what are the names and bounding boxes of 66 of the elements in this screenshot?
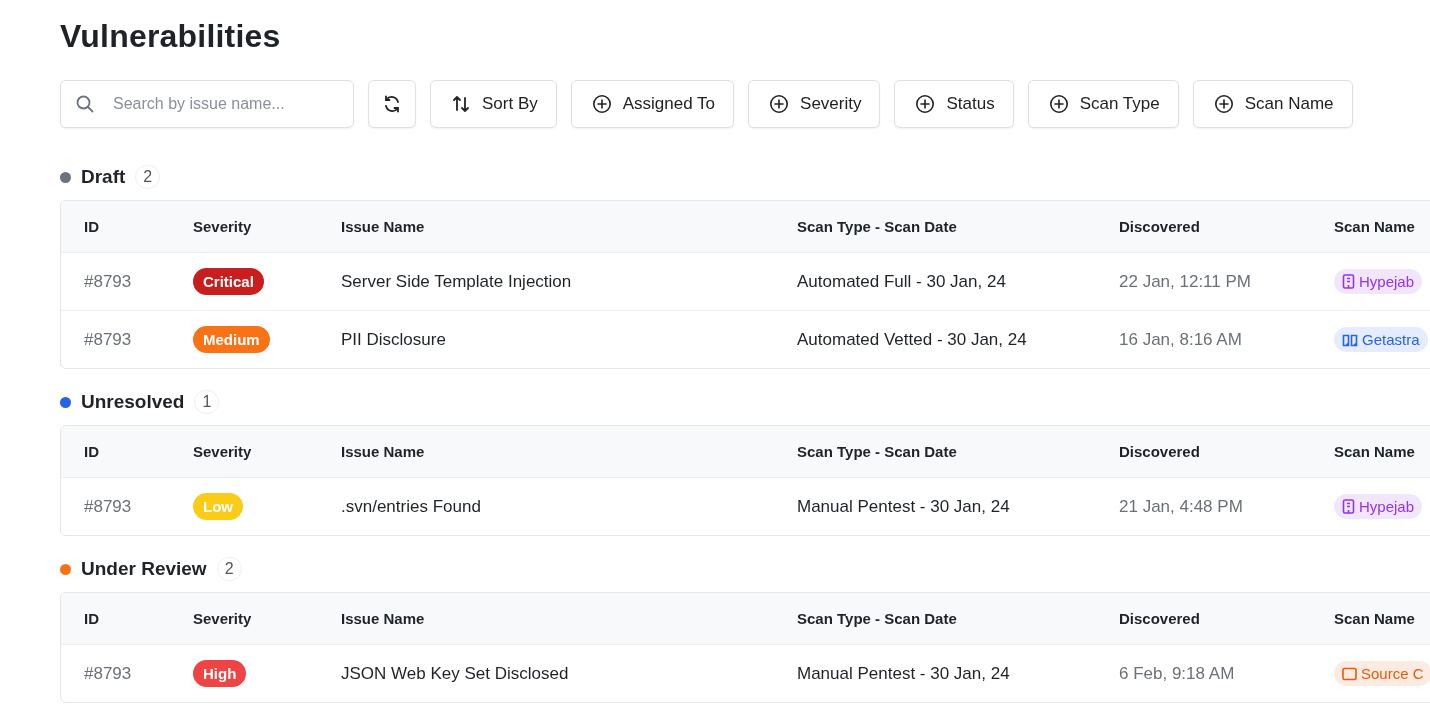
building-icon — [1342, 499, 1355, 514]
plus-circle-icon — [915, 94, 936, 114]
book-icon — [1342, 332, 1358, 347]
filter-button[interactable]: Status — [894, 80, 1014, 128]
group-title: Draft — [81, 166, 126, 188]
column-header: Scan Type - Scan Date — [797, 610, 958, 627]
group-title: Unresolved — [81, 391, 185, 413]
search-field[interactable]: Search by issue name... — [60, 80, 354, 128]
filter-button[interactable]: Scan Type — [1027, 80, 1179, 128]
scan-tag: Hypejab — [1334, 494, 1423, 519]
sort-icon — [451, 94, 471, 114]
refresh-button[interactable] — [368, 80, 416, 128]
column-header: Issue Name — [341, 218, 426, 235]
table-cell-text: Manual Pentest - 30 Jan, 24 — [797, 663, 1011, 684]
severity-badge: Low — [193, 493, 243, 520]
table-cell-text: #8793 — [83, 663, 133, 684]
column-header: Discovered — [1119, 443, 1201, 460]
table-cell-text: Server Side Template Injection — [341, 271, 573, 292]
table-cell-text: #8793 — [83, 329, 133, 350]
table-cell-text: .svn/entries Found — [341, 496, 482, 517]
column-header: ID — [83, 218, 100, 235]
scan-tag: Source C — [1334, 661, 1430, 686]
column-header: Scan Type - Scan Date — [797, 218, 958, 235]
table-cell-text: 16 Jan, 8:16 AM — [1119, 329, 1243, 350]
column-header: Severity — [193, 218, 253, 235]
refresh-icon — [382, 94, 402, 114]
table-cell-text: Automated Vetted - 30 Jan, 24 — [797, 329, 1028, 350]
column-header: Discovered — [1119, 218, 1201, 235]
filter-button[interactable]: Severity — [748, 80, 881, 128]
severity-badge: Critical — [193, 268, 264, 295]
window-icon — [1342, 666, 1357, 681]
page-title: Vulnerabilities — [60, 17, 282, 56]
scan-tag: Getastra — [1334, 327, 1428, 352]
plus-circle-icon — [769, 94, 790, 114]
plus-circle-icon — [1048, 94, 1069, 114]
table-cell-text: 6 Feb, 9:18 AM — [1119, 663, 1236, 684]
column-header: Issue Name — [341, 610, 426, 627]
table-cell-text: #8793 — [83, 496, 133, 517]
table-cell-text: JSON Web Key Set Disclosed — [341, 663, 570, 684]
group-title: Under Review — [81, 558, 207, 580]
column-header: Discovered — [1119, 610, 1201, 627]
filter-button[interactable]: Assigned To — [570, 80, 735, 128]
column-header: Severity — [193, 610, 253, 627]
scan-tag: Hypejab — [1334, 269, 1423, 294]
plus-circle-icon — [591, 94, 612, 114]
column-header: ID — [83, 610, 100, 627]
column-header: Scan Name — [1334, 610, 1416, 627]
table-cell-text: Manual Pentest - 30 Jan, 24 — [797, 496, 1011, 517]
filter-button[interactable]: Sort By — [430, 80, 557, 128]
search-icon — [75, 94, 95, 114]
building-icon — [1342, 274, 1355, 289]
table-cell-text: PII Disclosure — [341, 329, 447, 350]
column-header: Scan Type - Scan Date — [797, 443, 958, 460]
column-header: Severity — [193, 443, 253, 460]
table-cell-text: #8793 — [83, 271, 133, 292]
table-cell-text: Automated Full - 30 Jan, 24 — [797, 271, 1007, 292]
filter-button[interactable]: Scan Name — [1192, 80, 1353, 128]
column-header: Issue Name — [341, 443, 426, 460]
severity-badge: High — [193, 660, 247, 687]
table-cell-text: 21 Jan, 4:48 PM — [1119, 496, 1244, 517]
plus-circle-icon — [1213, 94, 1234, 114]
table-cell-text: 22 Jan, 12:11 PM — [1119, 271, 1252, 292]
severity-badge: Medium — [193, 326, 270, 353]
column-header: ID — [83, 443, 100, 460]
column-header: Scan Name — [1334, 218, 1416, 235]
column-header: Scan Name — [1334, 443, 1416, 460]
